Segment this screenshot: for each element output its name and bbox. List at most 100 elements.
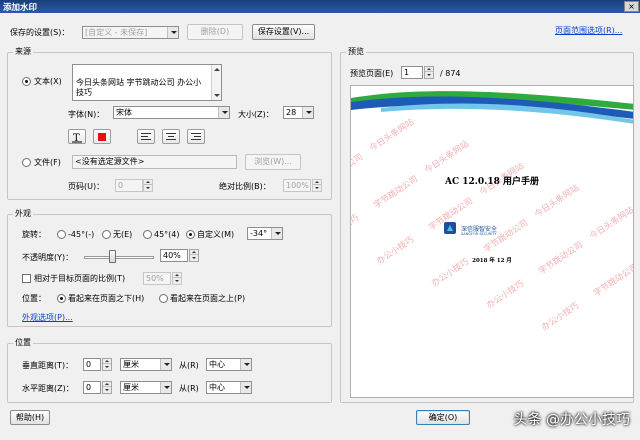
vertical-from-label: 从(R) [179, 361, 199, 370]
absolute-scale-stepper[interactable] [312, 179, 322, 192]
chevron-down-icon [240, 359, 251, 370]
file-source-label: 文件(F) [34, 158, 61, 167]
saved-settings-label: 保存的设置(S)： [10, 28, 70, 37]
font-label: 字体(N)： [68, 110, 105, 119]
browse-button[interactable]: 浏览(W)... [245, 154, 301, 170]
text-scrollbar[interactable] [211, 65, 221, 100]
relative-scale-stepper[interactable] [172, 272, 182, 285]
text-format-icon: T [72, 133, 82, 144]
rotation-45-label: 45°(4) [154, 230, 180, 239]
red-color-icon [98, 133, 106, 141]
help-button[interactable]: 帮助(H) [10, 410, 50, 425]
rotation-custom-select[interactable]: -34° [247, 227, 283, 240]
window-title: 添加水印 [3, 3, 38, 13]
watermark-text-area[interactable]: 今日头条网站 字节跳动公司 办公小 技巧 [72, 64, 222, 101]
vertical-distance-field[interactable]: 0 [83, 358, 101, 371]
chevron-down-icon [218, 107, 229, 118]
text-line: 今日头条网站 字节跳动公司 办公小 [76, 78, 202, 87]
size-select[interactable]: 28 [283, 106, 314, 119]
page-range-link[interactable]: 页面范围选项(R)... [555, 26, 622, 36]
position-group: 位置 [7, 338, 332, 403]
preview-page-field[interactable]: 1 [401, 66, 423, 79]
align-right-button[interactable] [187, 129, 205, 144]
rotation-none-radio[interactable] [102, 230, 111, 239]
text-source-radio[interactable] [22, 77, 31, 86]
horizontal-distance-field[interactable]: 0 [83, 381, 101, 394]
absolute-scale-field[interactable]: 100% [283, 179, 311, 192]
header-wave-graphic [351, 91, 633, 124]
horizontal-distance-stepper[interactable] [102, 381, 112, 394]
rotation-45-radio[interactable] [143, 230, 152, 239]
position-behind-radio[interactable] [57, 294, 66, 303]
source-group-title: 来源 [13, 47, 33, 57]
chevron-down-icon [302, 107, 313, 118]
vertical-distance-stepper[interactable] [102, 358, 112, 371]
vertical-distance-label: 垂直距离(T)： [22, 361, 74, 370]
file-path-field[interactable]: <没有选定源文件> [72, 155, 237, 169]
appearance-options-link[interactable]: 外观选项(P)... [22, 313, 73, 323]
align-right-icon [191, 133, 201, 140]
preview-group-title: 预览 [346, 47, 366, 57]
watermark-text: 今日头条网站 [588, 205, 634, 242]
preview-page-stepper[interactable] [424, 66, 434, 79]
title-bar: 添加水印 × [0, 0, 640, 13]
opacity-field[interactable]: 40% [160, 249, 188, 262]
page-number-field[interactable]: 0 [115, 179, 143, 192]
text-source-label: 文本(X) [34, 77, 62, 86]
vertical-unit-select[interactable]: 厘米 [120, 358, 172, 371]
preview-page-label: 预览页面(E) [350, 69, 394, 78]
align-center-button[interactable] [162, 129, 180, 144]
watermark-text: 今日头条网站 [533, 183, 582, 220]
horizontal-from-label: 从(R) [179, 384, 199, 393]
font-select[interactable]: 宋体 [113, 106, 230, 119]
scroll-up-icon[interactable] [212, 65, 221, 74]
preview-page: 今日头条网站字节跳动公司办公小技巧今日头条网站字节跳动公司办公小技巧今日头条网站… [350, 85, 634, 398]
text-line: 技巧 [76, 88, 92, 97]
chevron-down-icon [240, 382, 251, 393]
chevron-down-icon [271, 228, 282, 239]
overlay-credit: 头条 @办公小技巧 [513, 412, 630, 428]
page-number-stepper[interactable] [143, 179, 153, 192]
close-button[interactable]: × [624, 1, 639, 12]
document-title: AC 12.0.18 用户手册 [445, 177, 539, 187]
rotation-custom-radio[interactable] [186, 230, 195, 239]
position-label: 位置： [22, 294, 46, 303]
opacity-label: 不透明度(Y)： [22, 253, 74, 262]
text-color-button[interactable]: T [68, 129, 86, 144]
save-settings-button[interactable]: 保存设置(V)... [252, 24, 315, 40]
color-swatch-button[interactable] [93, 129, 111, 144]
appearance-group-title: 外观 [13, 209, 33, 219]
scroll-down-icon[interactable] [212, 91, 221, 100]
delete-button[interactable]: 删除(D) [187, 24, 243, 40]
opacity-stepper[interactable] [189, 249, 199, 262]
position-group-title: 位置 [13, 338, 33, 348]
page-number-label: 页码(U)： [68, 182, 105, 191]
size-label: 大小(Z)： [238, 110, 274, 119]
chevron-down-icon [167, 27, 178, 38]
chevron-down-icon [160, 359, 171, 370]
ok-button[interactable]: 确定(O) [416, 410, 470, 425]
chevron-down-icon [160, 382, 171, 393]
rotation-neg45-radio[interactable] [57, 230, 66, 239]
align-left-button[interactable] [137, 129, 155, 144]
rotation-none-label: 无(E) [113, 230, 133, 239]
vertical-from-select[interactable]: 中心 [206, 358, 252, 371]
relative-scale-checkbox[interactable] [22, 274, 31, 283]
preview-page-total: / 874 [440, 69, 461, 78]
position-front-radio[interactable] [159, 294, 168, 303]
logo-icon [444, 222, 456, 234]
horizontal-unit-select[interactable]: 厘米 [120, 381, 172, 394]
absolute-scale-label: 绝对比例(B)： [219, 182, 271, 191]
position-behind-label: 看起来在页面之下(H) [68, 294, 145, 303]
relative-scale-label: 相对于目标页面的比例(T) [34, 274, 126, 283]
opacity-slider-thumb[interactable] [109, 250, 117, 263]
horizontal-from-select[interactable]: 中心 [206, 381, 252, 394]
relative-scale-field[interactable]: 50% [143, 272, 171, 285]
align-center-icon [166, 133, 176, 140]
file-source-radio[interactable] [22, 158, 31, 167]
opacity-slider-track[interactable] [84, 256, 154, 259]
watermark-text: 办公小技巧 [540, 301, 582, 334]
saved-settings-select[interactable]: [自定义 - 未保存] [82, 26, 179, 39]
rotation-neg45-label: -45°(-) [68, 230, 95, 239]
rotation-label: 旋转： [22, 230, 46, 239]
